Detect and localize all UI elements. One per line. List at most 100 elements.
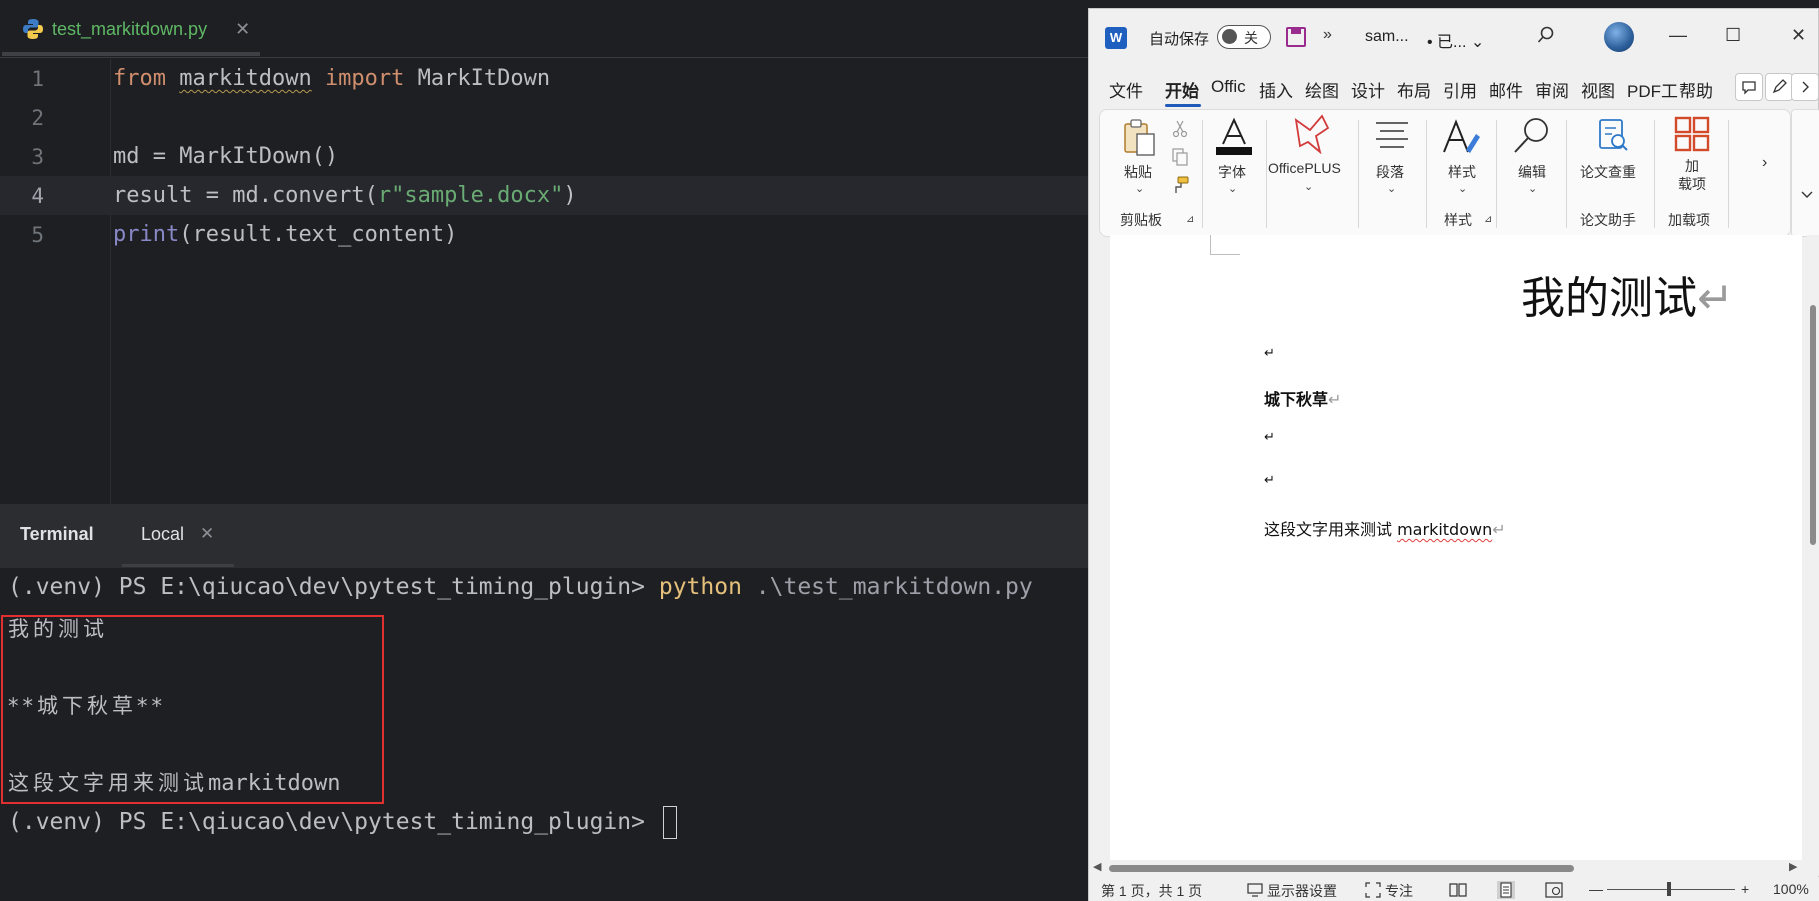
word-logo-icon: W (1105, 27, 1127, 49)
tab-design[interactable]: 设计 (1351, 77, 1385, 102)
code-text: from markitdown import MarkItDown (113, 66, 551, 91)
font-icon[interactable] (1214, 116, 1254, 156)
display-settings-button[interactable]: 显示器设置 (1267, 881, 1337, 901)
paper-assistant-label: 论文助手 (1580, 212, 1636, 228)
scroll-left-icon[interactable]: ◀ (1093, 860, 1101, 873)
focus-icon (1365, 882, 1381, 898)
chevron-down-icon[interactable]: ⌄ (1387, 182, 1396, 195)
tab-file[interactable]: 文件 (1109, 77, 1143, 102)
tab-pdf[interactable]: PDF工 (1627, 77, 1678, 102)
scrollbar-thumb[interactable] (1810, 305, 1816, 545)
terminal-tab-local[interactable]: Local (141, 524, 184, 545)
document-heading[interactable]: 城下秋草↵ (1264, 386, 1341, 410)
autosave-toggle[interactable]: 关 (1217, 25, 1271, 49)
document-body-text[interactable]: 这段文字用来测试 markitdown↵ (1264, 516, 1506, 540)
code-line[interactable]: 2 (0, 98, 1090, 137)
tab-office[interactable]: Offic (1211, 77, 1246, 97)
cut-icon[interactable] (1172, 120, 1188, 138)
terminal-command-line: (.venv) PS E:\qiucao\dev\pytest_timing_p… (8, 574, 1033, 600)
tab-references[interactable]: 引用 (1443, 77, 1477, 102)
zoom-level[interactable]: 100% (1773, 881, 1809, 897)
addins-button-line1[interactable]: 加 (1685, 156, 1699, 176)
format-painter-icon[interactable] (1172, 176, 1190, 194)
close-terminal-tab-icon[interactable]: ✕ (200, 524, 214, 544)
quick-access-more-icon[interactable]: » (1323, 26, 1332, 44)
code-line[interactable]: 3 md = MarkItDown() (0, 137, 1090, 176)
horizontal-scrollbar[interactable]: ◀ ▶ (1089, 860, 1819, 876)
dialog-launcher-icon[interactable]: ⊿ (1484, 214, 1492, 225)
tab-review[interactable]: 审阅 (1535, 77, 1569, 102)
addins-icon[interactable] (1674, 116, 1710, 152)
officeplus-icon[interactable] (1292, 114, 1332, 154)
search-icon[interactable] (1537, 26, 1555, 44)
chevron-down-icon[interactable]: ⌄ (1228, 182, 1237, 195)
maximize-button[interactable]: ☐ (1725, 25, 1741, 46)
zoom-slider-thumb[interactable] (1667, 882, 1671, 896)
ribbon-collapse-button[interactable] (1791, 109, 1819, 237)
tab-view[interactable]: 视图 (1581, 77, 1615, 102)
close-button[interactable]: ✕ (1791, 25, 1806, 46)
document-title[interactable]: 我的测试↵ (1521, 262, 1734, 326)
web-layout-icon[interactable] (1545, 882, 1563, 898)
paper-check-icon[interactable] (1596, 118, 1630, 154)
styles-button[interactable]: 样式 (1448, 162, 1476, 182)
document-name[interactable]: sam... (1365, 28, 1409, 46)
close-tab-icon[interactable]: ✕ (235, 19, 250, 40)
document-page[interactable] (1110, 235, 1802, 860)
minimize-button[interactable]: — (1669, 25, 1687, 46)
group-divider (1654, 120, 1655, 228)
edit-button[interactable]: 编辑 (1518, 162, 1546, 182)
chevron-down-icon[interactable]: ⌄ (1304, 180, 1313, 193)
zoom-slider[interactable] (1607, 889, 1735, 890)
zoom-in-button[interactable]: + (1741, 881, 1749, 897)
read-mode-icon[interactable] (1449, 882, 1467, 898)
paste-icon[interactable] (1122, 118, 1158, 158)
code-line-current[interactable]: 4 result = md.convert(r"sample.docx") (0, 176, 1090, 215)
officeplus-button[interactable]: OfficePLUS (1268, 160, 1341, 176)
vertical-scrollbar[interactable] (1807, 235, 1819, 860)
display-settings-icon (1247, 883, 1263, 897)
paper-check-button[interactable]: 论文查重 (1580, 162, 1636, 182)
line-number: 2 (31, 105, 44, 130)
document-status[interactable]: • 已... ⌄ (1427, 28, 1484, 52)
avatar[interactable] (1604, 22, 1634, 52)
tab-mailings[interactable]: 邮件 (1489, 77, 1523, 102)
line-number: 4 (31, 183, 44, 208)
print-layout-icon[interactable] (1497, 881, 1515, 899)
search-icon[interactable] (1512, 116, 1552, 156)
tab-home[interactable]: 开始 (1165, 77, 1199, 102)
paste-button[interactable]: 粘贴 (1124, 162, 1152, 182)
dialog-launcher-icon[interactable]: ⊿ (1186, 214, 1194, 225)
paragraph-button[interactable]: 段落 (1376, 162, 1404, 182)
code-line[interactable]: 5 print(result.text_content) (0, 215, 1090, 254)
scroll-right-icon[interactable]: ▶ (1789, 860, 1797, 873)
tab-layout[interactable]: 布局 (1397, 77, 1431, 102)
copy-icon[interactable] (1172, 148, 1188, 166)
scrollbar-thumb[interactable] (1109, 865, 1574, 872)
menu-scroll-button[interactable] (1791, 73, 1819, 101)
autosave-state: 关 (1244, 30, 1258, 46)
tab-insert[interactable]: 插入 (1259, 77, 1293, 102)
focus-button[interactable]: 专注 (1385, 881, 1413, 901)
ribbon-scroll-right-icon[interactable]: › (1762, 154, 1767, 172)
page-count[interactable]: 第 1 页，共 1 页 (1101, 881, 1202, 901)
chevron-right-icon (1802, 81, 1809, 93)
editing-mode-button[interactable] (1765, 73, 1793, 101)
zoom-out-button[interactable]: — (1589, 881, 1603, 897)
chevron-down-icon[interactable]: ⌄ (1458, 182, 1467, 195)
font-button[interactable]: 字体 (1218, 162, 1246, 182)
chevron-down-icon[interactable]: ⌄ (1528, 182, 1537, 195)
addins-button-line2[interactable]: 载项 (1678, 174, 1706, 194)
save-icon[interactable] (1286, 27, 1306, 47)
tab-draw[interactable]: 绘图 (1305, 77, 1339, 102)
comments-button[interactable] (1735, 73, 1763, 101)
line-number: 3 (31, 144, 44, 169)
group-divider (1266, 120, 1267, 228)
chevron-down-icon[interactable]: ⌄ (1135, 182, 1144, 195)
tab-help[interactable]: 帮助 (1679, 77, 1713, 102)
code-line[interactable]: 1 from markitdown import MarkItDown (0, 59, 1090, 98)
group-divider (1358, 120, 1359, 228)
styles-icon[interactable] (1440, 116, 1482, 158)
file-tab[interactable]: test_markitdown.py ✕ (0, 0, 268, 58)
paragraph-icon[interactable] (1372, 118, 1412, 154)
